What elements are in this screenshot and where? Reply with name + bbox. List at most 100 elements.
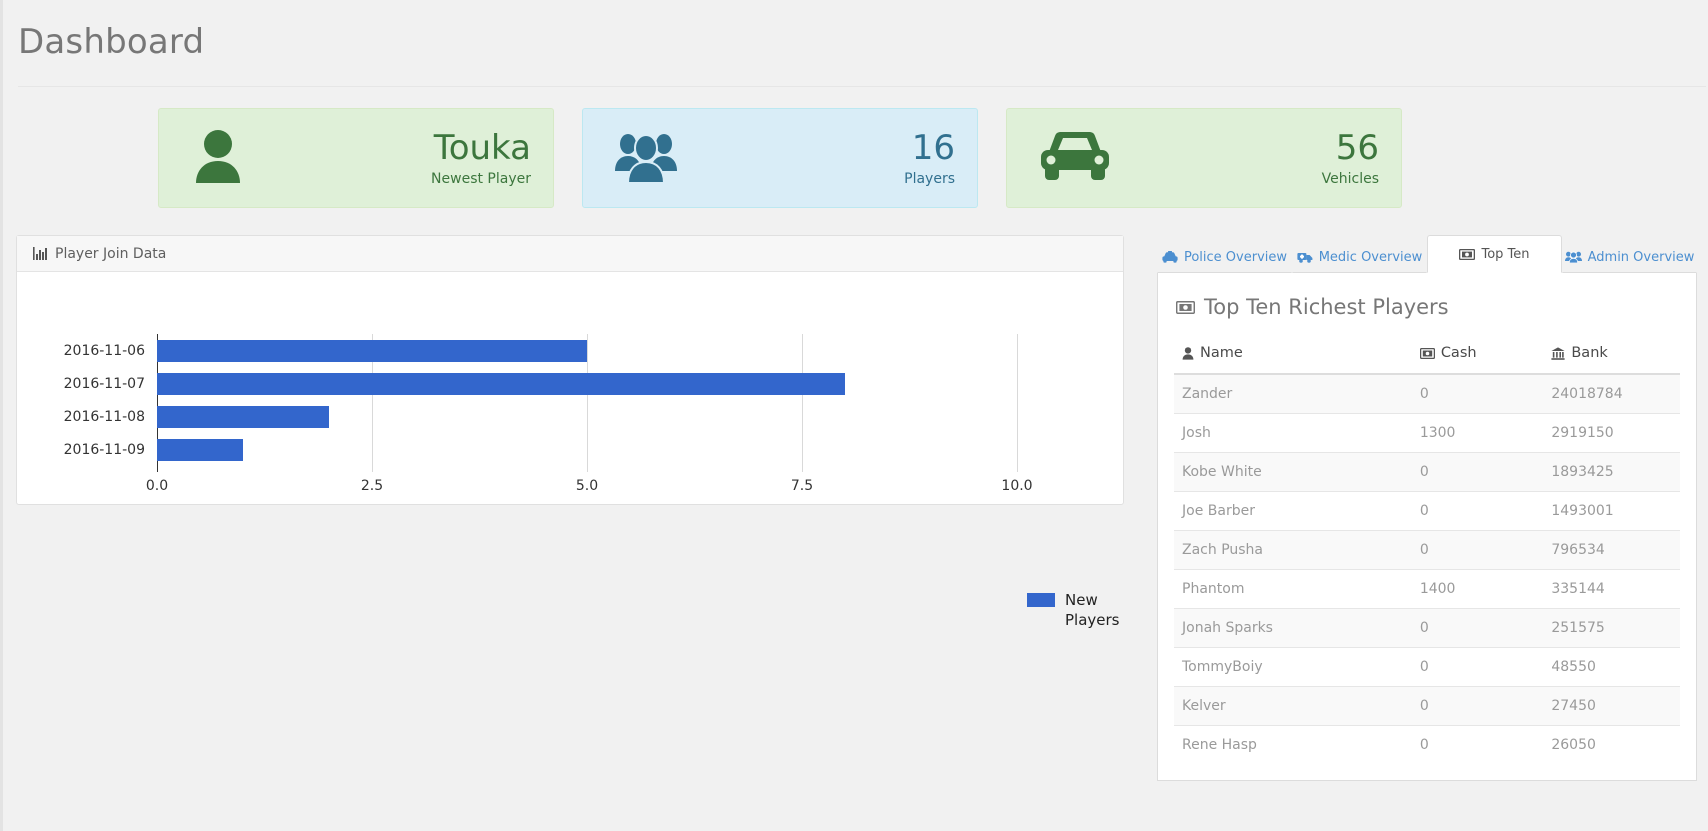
table-row[interactable]: Josh 1300 2919150 — [1174, 413, 1680, 453]
table-cell-name: Jonah Sparks — [1174, 608, 1412, 648]
chart-x-tick: 7.5 — [790, 478, 814, 494]
table-cell-cash: 0 — [1411, 530, 1544, 570]
stat-label: Vehicles — [1321, 171, 1379, 187]
table-row[interactable]: Joe Barber 0 1493001 — [1174, 491, 1680, 531]
column-header-label: Name — [1200, 345, 1243, 361]
table-cell-name: Kobe White — [1174, 452, 1412, 492]
money-bill-icon — [1176, 300, 1195, 314]
page-title: Dashboard — [18, 22, 205, 62]
table-head: Name Cash Bank — [1174, 345, 1680, 375]
table-cell-name: Zach Pusha — [1174, 530, 1412, 570]
pane-title-text: Top Ten Richest Players — [1204, 295, 1449, 319]
stat-card-vehicles[interactable]: 56 Vehicles — [1006, 108, 1402, 208]
tab-top-ten[interactable]: Top Ten — [1427, 235, 1562, 273]
police-car-icon — [1162, 251, 1178, 263]
table-cell-bank: 251575 — [1543, 608, 1680, 648]
chart-y-tick: 2016-11-06 — [63, 342, 145, 359]
table-cell-bank: 2919150 — [1543, 413, 1680, 453]
table-cell-cash: 1300 — [1411, 413, 1544, 453]
chart-y-tick: 2016-11-07 — [63, 375, 145, 392]
stat-card-newest-player[interactable]: Touka Newest Player — [158, 108, 554, 208]
bar-chart-icon — [33, 247, 47, 260]
chart-x-tick: 2.5 — [360, 478, 384, 494]
chart-bar[interactable] — [157, 438, 243, 461]
chart-gridline — [1017, 334, 1018, 472]
chart-bar-row: 2016-11-06 — [64, 339, 1017, 362]
table-row[interactable]: Kobe White 0 1893425 — [1174, 452, 1680, 492]
tab-police-overview[interactable]: Police Overview — [1157, 241, 1292, 273]
table-cell-cash: 0 — [1411, 608, 1544, 648]
table-cell-name: Zander — [1174, 373, 1412, 414]
car-icon — [1039, 130, 1111, 186]
table-header-row: Name Cash Bank — [1174, 345, 1680, 375]
stat-content: 16 Players — [904, 128, 955, 188]
table-cell-bank: 48550 — [1543, 647, 1680, 687]
table-body: Zander 0 24018784 Josh 1300 2919150 Kobe White… — [1174, 373, 1680, 764]
chart-bar-row: 2016-11-07 — [64, 372, 1017, 395]
chart-canvas[interactable]: 2016-11-06 2016-11-07 2016-11-08 2016-11-09… — [17, 272, 1123, 629]
table-cell-bank: 1493001 — [1543, 491, 1680, 531]
chart-bar-row: 2016-11-08 — [64, 405, 1017, 428]
legend-label-new-players: New Players — [1065, 591, 1120, 629]
table-cell-name: Kelver — [1174, 686, 1412, 726]
table-cell-cash: 0 — [1411, 686, 1544, 726]
table-cell-name: TommyBoiy — [1174, 647, 1412, 687]
table-cell-name: Phantom — [1174, 569, 1412, 609]
chart-bar[interactable] — [157, 339, 587, 362]
chart-bar[interactable] — [157, 372, 845, 395]
table-cell-cash: 0 — [1411, 491, 1544, 531]
stat-card-players[interactable]: 16 Players — [582, 108, 978, 208]
table-row[interactable]: Zander 0 24018784 — [1174, 373, 1680, 414]
users-icon — [1564, 251, 1582, 263]
stat-cards: Touka Newest Player 16 Players 56 Vehicl… — [158, 108, 1402, 208]
player-join-data-panel: Player Join Data 2016-11-06 2016-11-07 201… — [16, 235, 1124, 629]
tab-label: Admin Overview — [1587, 249, 1695, 265]
chart-x-tick: 5.0 — [575, 478, 599, 494]
tab-admin-overview[interactable]: Admin Overview — [1562, 241, 1697, 273]
table-cell-name: Rene Hasp — [1174, 725, 1412, 764]
stat-label: Players — [904, 171, 955, 187]
user-icon — [1182, 346, 1194, 360]
stat-content: Touka Newest Player — [431, 128, 531, 188]
table-cell-bank: 1893425 — [1543, 452, 1680, 492]
table-row[interactable]: Kelver 0 27450 — [1174, 686, 1680, 726]
money-bill-icon — [1459, 248, 1476, 260]
table-cell-cash: 0 — [1411, 452, 1544, 492]
chart-bar[interactable] — [157, 405, 329, 428]
left-rail — [0, 0, 3, 831]
column-header-bank[interactable]: Bank — [1543, 345, 1680, 375]
table-cell-bank: 24018784 — [1543, 373, 1680, 414]
bank-icon — [1551, 346, 1565, 360]
table-row[interactable]: Phantom 1400 335144 — [1174, 569, 1680, 609]
table-cell-bank: 796534 — [1543, 530, 1680, 570]
table-cell-name: Joe Barber — [1174, 491, 1412, 531]
tab-label: Medic Overview — [1318, 249, 1423, 265]
money-bill-icon — [1419, 347, 1435, 359]
table-row[interactable]: Jonah Sparks 0 251575 — [1174, 608, 1680, 648]
table-row[interactable]: Zach Pusha 0 796534 — [1174, 530, 1680, 570]
table-row[interactable]: Rene Hasp 0 26050 — [1174, 725, 1680, 764]
chart-panel-header: Player Join Data — [17, 236, 1123, 272]
stat-value: 56 — [1335, 128, 1379, 168]
table-cell-bank: 26050 — [1543, 725, 1680, 764]
stat-label: Newest Player — [431, 171, 531, 187]
column-header-cash[interactable]: Cash — [1411, 345, 1544, 375]
table-cell-cash: 0 — [1411, 647, 1544, 687]
table-row[interactable]: TommyBoiy 0 48550 — [1174, 647, 1680, 687]
stat-value: Touka — [433, 128, 531, 168]
top-ten-table: Name Cash Bank Zander 0 24018784 Josh 13… — [1174, 345, 1680, 764]
column-header-label: Bank — [1571, 345, 1608, 361]
ambulance-icon — [1297, 251, 1313, 263]
table-cell-cash: 0 — [1411, 373, 1544, 414]
chart-panel-title: Player Join Data — [55, 245, 167, 262]
title-divider — [18, 86, 1706, 87]
user-icon — [191, 128, 245, 188]
tab-medic-overview[interactable]: Medic Overview — [1292, 241, 1427, 273]
table-cell-name: Josh — [1174, 413, 1412, 453]
chart-bar-row: 2016-11-09 — [64, 438, 1017, 461]
chart-y-tick: 2016-11-08 — [63, 408, 145, 425]
column-header-name[interactable]: Name — [1174, 345, 1412, 375]
chart-x-tick: 10.0 — [1001, 478, 1033, 494]
overview-panel: Police Overview Medic Overview Top Ten A… — [1157, 235, 1697, 781]
legend-swatch-new-players — [1027, 593, 1055, 607]
